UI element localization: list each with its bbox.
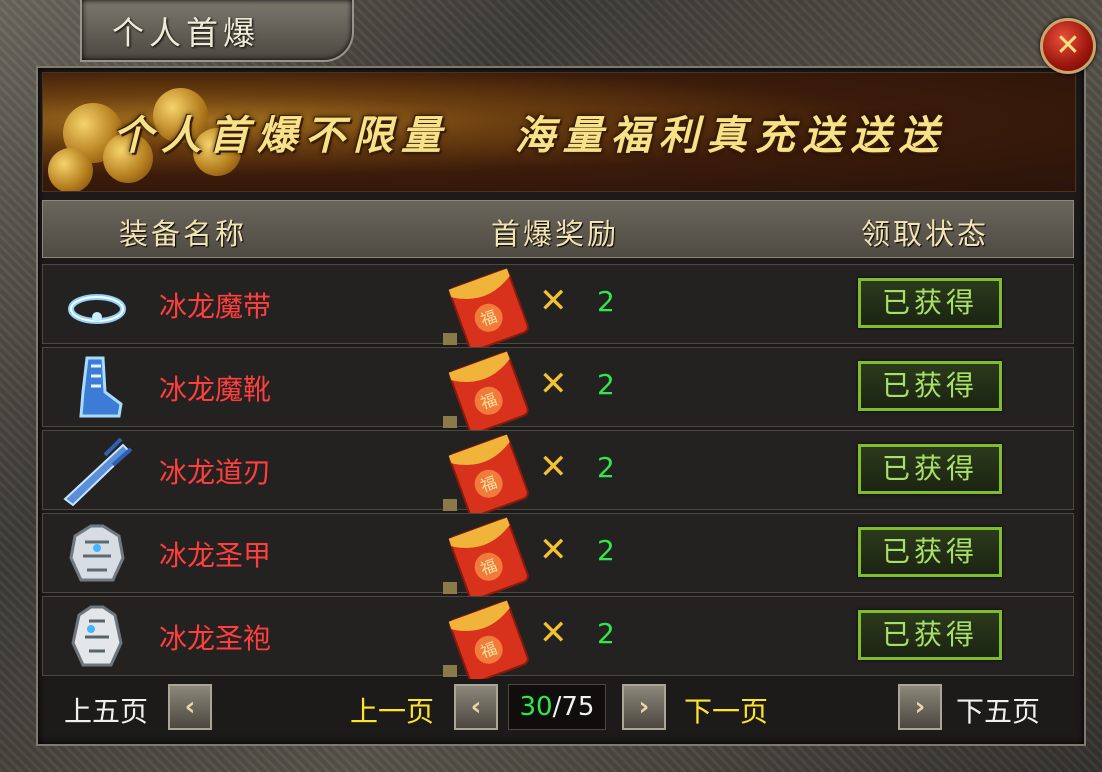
banner-text: 个人首爆不限量 海量福利真充送送送: [113, 112, 947, 159]
item-name: 冰龙魔靴: [159, 373, 272, 406]
table-header: 装备名称 首爆奖励 领取状态: [42, 200, 1074, 258]
table-row: 冰龙圣甲 福 ✕ 2 已获得: [42, 513, 1074, 596]
blade-icon: [63, 437, 133, 507]
red-envelope-icon: 福: [443, 351, 529, 430]
red-envelope-icon: 福: [443, 268, 529, 347]
header-claim-status: 领取状态: [861, 217, 990, 251]
chevron-right-icon: ›: [638, 692, 650, 722]
claim-status-button[interactable]: 已获得: [858, 610, 1002, 660]
next-page-label[interactable]: 下一页: [684, 690, 768, 730]
prev-page-label[interactable]: 上一页: [350, 690, 434, 730]
armor-icon: [69, 524, 125, 582]
prev-five-label[interactable]: 上五页: [64, 690, 148, 730]
red-envelope-icon: 福: [443, 434, 529, 513]
next-five-label[interactable]: 下五页: [956, 690, 1040, 730]
next-five-button[interactable]: ›: [898, 684, 942, 730]
prev-page-button[interactable]: ‹: [454, 684, 498, 730]
robe-icon: [71, 605, 123, 667]
belt-icon: [68, 294, 126, 324]
table-row: 冰龙道刃 福 ✕ 2 已获得: [42, 430, 1074, 513]
prev-five-button[interactable]: ‹: [168, 684, 212, 730]
reward-quantity: 2: [597, 617, 615, 650]
current-page: 30: [519, 692, 553, 722]
multiply-icon: ✕: [539, 613, 568, 653]
reward-quantity: 2: [597, 368, 615, 401]
page-indicator: 30/75: [508, 684, 606, 730]
claim-status-button[interactable]: 已获得: [858, 278, 1002, 328]
reward-quantity: 2: [597, 451, 615, 484]
item-name: 冰龙道刃: [159, 456, 272, 489]
chevron-left-icon: ‹: [184, 692, 196, 722]
red-envelope-icon: 福: [443, 600, 529, 679]
table-row: 冰龙魔带 福 ✕ 2 已获得: [42, 264, 1074, 347]
item-name: 冰龙魔带: [159, 290, 272, 323]
multiply-icon: ✕: [539, 364, 568, 404]
multiply-icon: ✕: [539, 530, 568, 570]
header-reward: 首爆奖励: [491, 217, 620, 251]
item-name: 冰龙圣甲: [159, 539, 272, 572]
total-pages: 75: [561, 692, 595, 722]
pagination-bar: 上五页 ‹ 上一页 ‹ 30/75 › 下一页 › 下五页: [42, 680, 1074, 740]
close-icon: ✕: [1055, 28, 1081, 63]
chevron-right-icon: ›: [914, 692, 926, 722]
close-button[interactable]: ✕: [1040, 18, 1096, 74]
claim-status-button[interactable]: 已获得: [858, 444, 1002, 494]
item-name: 冰龙圣袍: [159, 622, 272, 655]
boots-icon: [79, 356, 123, 418]
header-equipment-name: 装备名称: [119, 217, 248, 251]
table-row: 冰龙魔靴 福 ✕ 2 已获得: [42, 347, 1074, 430]
claim-status-button[interactable]: 已获得: [858, 361, 1002, 411]
multiply-icon: ✕: [539, 447, 568, 487]
next-page-button[interactable]: ›: [622, 684, 666, 730]
multiply-icon: ✕: [539, 281, 568, 321]
claim-status-button[interactable]: 已获得: [858, 527, 1002, 577]
red-envelope-icon: 福: [443, 517, 529, 596]
reward-quantity: 2: [597, 534, 615, 567]
promo-banner: 个人首爆不限量 海量福利真充送送送: [42, 72, 1076, 192]
chevron-left-icon: ‹: [470, 692, 482, 722]
coin-icon: [48, 148, 93, 191]
window-title: 个人首爆: [112, 14, 261, 52]
reward-quantity: 2: [597, 285, 615, 318]
table-row: 冰龙圣袍 福 ✕ 2 已获得: [42, 596, 1074, 679]
